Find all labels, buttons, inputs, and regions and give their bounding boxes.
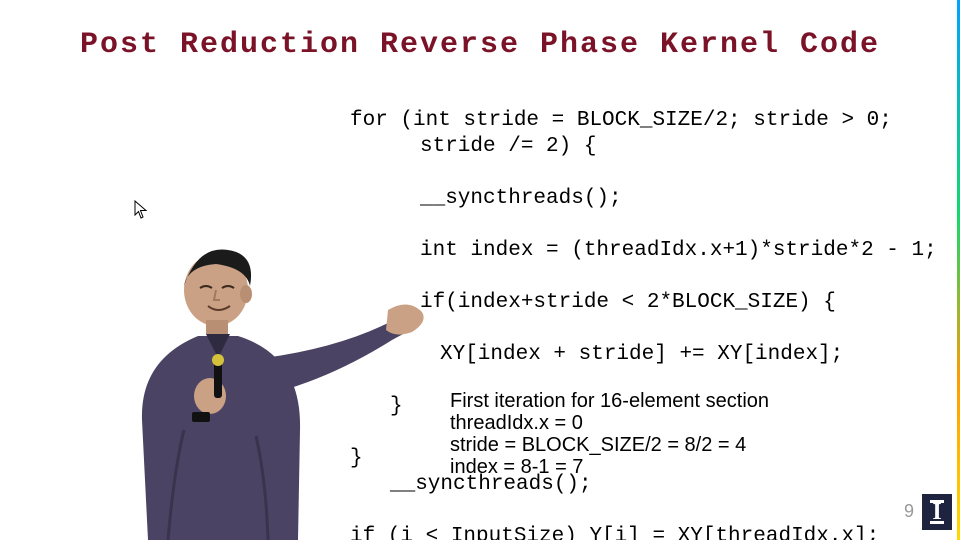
code-line: } (350, 447, 363, 470)
code-line: stride /= 2) { (420, 134, 937, 160)
code-line: for (int stride = BLOCK_SIZE/2; stride >… (350, 109, 892, 132)
code-line: __syncthreads(); (420, 186, 937, 212)
note-line: First iteration for 16-element section (450, 390, 769, 412)
note-line: index = 8-1 = 7 (450, 456, 769, 478)
code-line: XY[index + stride] += XY[index]; (440, 342, 937, 368)
slide-title: Post Reduction Reverse Phase Kernel Code (0, 28, 960, 62)
note-line: stride = BLOCK_SIZE/2 = 8/2 = 4 (450, 434, 769, 456)
code-line: int index = (threadIdx.x+1)*stride*2 - 1… (420, 238, 937, 264)
note-line: threadIdx.x = 0 (450, 412, 769, 434)
code-line: if(index+stride < 2*BLOCK_SIZE) { (420, 290, 937, 316)
explanation-notes: First iteration for 16-element section t… (450, 390, 769, 478)
slide: Post Reduction Reverse Phase Kernel Code… (0, 0, 960, 540)
page-number: 9 (904, 501, 914, 522)
mouse-cursor-icon (134, 200, 148, 220)
illinois-logo: I (922, 494, 952, 530)
logo-letter: I (930, 500, 943, 524)
code-line: if (i < InputSize) Y[i] = XY[threadIdx.x… (350, 525, 879, 540)
